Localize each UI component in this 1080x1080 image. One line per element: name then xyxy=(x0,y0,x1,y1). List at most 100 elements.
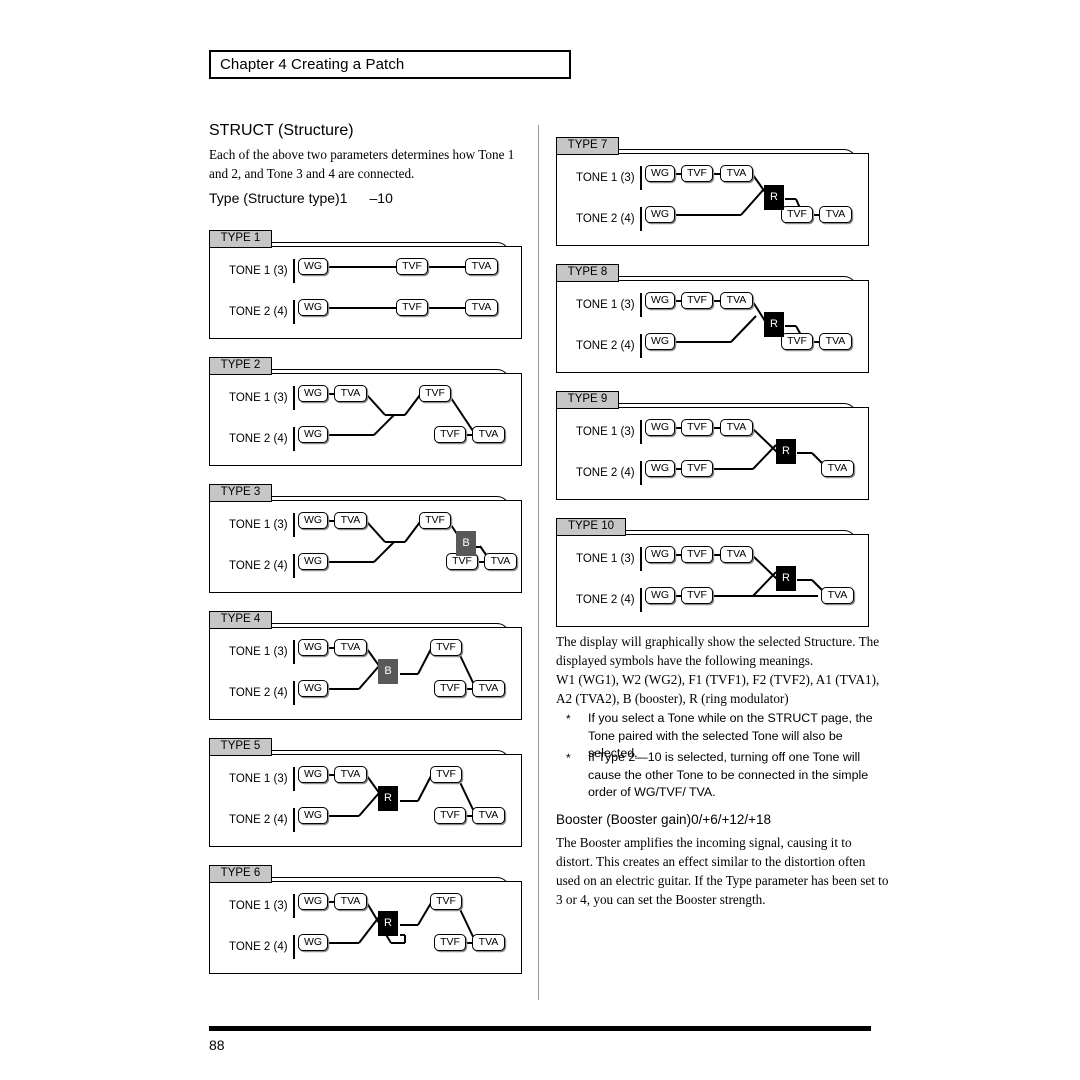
tone2-divider xyxy=(293,935,295,959)
module-wg-tone2: WG xyxy=(298,934,328,951)
type-parameter-range: –10 xyxy=(369,190,393,206)
module-wg-tone1: WG xyxy=(645,546,675,563)
tone2-divider xyxy=(640,588,642,612)
ring-modulator-box: R xyxy=(764,312,784,337)
booster-section-title: Booster (Booster gain)0/+6/+12/+18 xyxy=(556,812,772,827)
ring-modulator-box: R xyxy=(378,911,398,936)
tone1-divider xyxy=(640,166,642,190)
module-tvf-tone1: TVF xyxy=(681,419,713,436)
ring-modulator-box: R xyxy=(776,566,796,591)
tone2-label: TONE 2 (4) xyxy=(576,467,635,479)
tone1-label: TONE 1 (3) xyxy=(229,646,288,658)
module-wg-tone1: WG xyxy=(645,165,675,182)
tone2-divider xyxy=(640,334,642,358)
module-tva-tone1: TVA xyxy=(334,766,367,783)
module-wg-tone2: WG xyxy=(645,206,675,223)
tone1-divider xyxy=(293,767,295,791)
diagram-tab-label: TYPE 2 xyxy=(209,357,272,375)
module-tva-tone2: TVA xyxy=(465,299,498,316)
tone1-divider xyxy=(293,640,295,664)
module-wg-tone2: WG xyxy=(298,553,328,570)
diagram-tab-label: TYPE 8 xyxy=(556,264,619,282)
module-wg-tone1: WG xyxy=(298,639,328,656)
module-tva-tone1: TVA xyxy=(465,258,498,275)
module-wg-tone2: WG xyxy=(298,807,328,824)
wire-wg-tvf-tone1 xyxy=(327,266,397,268)
ring-modulator-box: R xyxy=(378,786,398,811)
ring-modulator-box: R xyxy=(776,439,796,464)
module-tvf-tone2: TVF xyxy=(434,807,466,824)
booster-paragraph: The Booster amplifies the incoming signa… xyxy=(556,835,889,907)
note-item-2: * If Type 2—10 is selected, turning off … xyxy=(566,749,891,802)
module-tvf-tone2: TVF xyxy=(781,206,813,223)
tone2-label: TONE 2 (4) xyxy=(229,560,288,572)
type-parameter-label: Type (Structure type)1 xyxy=(209,190,348,206)
column-divider xyxy=(538,125,539,1000)
module-tvf-tone1: TVF xyxy=(419,385,451,402)
module-tvf-tone1: TVF xyxy=(430,639,462,656)
footer-rule xyxy=(209,1026,871,1031)
tone1-label: TONE 1 (3) xyxy=(229,773,288,785)
tone1-divider xyxy=(640,547,642,571)
tone2-divider xyxy=(293,300,295,324)
module-tvf-tone1: TVF xyxy=(681,292,713,309)
module-tvf-tone1: TVF xyxy=(681,546,713,563)
module-wg-tone2: WG xyxy=(645,333,675,350)
module-wg-tone2: WG xyxy=(645,460,675,477)
tone1-divider xyxy=(640,293,642,317)
tone2-divider xyxy=(640,461,642,485)
module-tva-tone1: TVA xyxy=(334,893,367,910)
module-wg-tone2: WG xyxy=(298,426,328,443)
ring-modulator-box: R xyxy=(764,185,784,210)
module-tvf-tone2: TVF xyxy=(434,934,466,951)
module-tvf-tone2: TVF xyxy=(396,299,428,316)
diagram-tab-label: TYPE 3 xyxy=(209,484,272,502)
module-tva-tone1: TVA xyxy=(334,512,367,529)
module-wg-tone1: WG xyxy=(645,419,675,436)
chapter-title: Chapter 4 Creating a Patch xyxy=(220,56,405,73)
module-tva-tone2: TVA xyxy=(472,680,505,697)
tone1-divider xyxy=(293,259,295,283)
module-tvf-tone1: TVF xyxy=(430,766,462,783)
module-tva-tone2: TVA xyxy=(472,934,505,951)
tone2-divider xyxy=(293,808,295,832)
booster-box: B xyxy=(378,659,398,684)
module-tvf-tone1: TVF xyxy=(430,893,462,910)
module-tva-tone1: TVA xyxy=(720,419,753,436)
booster-box: B xyxy=(456,531,476,556)
tone1-label: TONE 1 (3) xyxy=(576,299,635,311)
tone1-divider xyxy=(640,420,642,444)
module-tvf-tone1: TVF xyxy=(419,512,451,529)
symbols-paragraph: W1 (WG1), W2 (WG2), F1 (TVF1), F2 (TVF2)… xyxy=(556,672,880,706)
module-tva-tone1: TVA xyxy=(334,385,367,402)
diagram-tab-label: TYPE 5 xyxy=(209,738,272,756)
note-text: If Type 2—10 is selected, turning off on… xyxy=(588,750,869,799)
module-wg-tone1: WG xyxy=(298,893,328,910)
module-wg-tone1: WG xyxy=(645,292,675,309)
tone2-divider xyxy=(293,427,295,451)
section-title: STRUCT (Structure) xyxy=(209,122,354,139)
tone2-label: TONE 2 (4) xyxy=(229,687,288,699)
note-marker: * xyxy=(566,751,571,765)
tone1-label: TONE 1 (3) xyxy=(576,172,635,184)
module-wg-tone2: WG xyxy=(298,299,328,316)
module-tva-output: TVA xyxy=(821,587,854,604)
module-tvf-tone2: TVF xyxy=(434,680,466,697)
diagram-tab-label: TYPE 10 xyxy=(556,518,626,536)
note-marker: * xyxy=(566,712,571,726)
module-tva-tone2: TVA xyxy=(472,426,505,443)
section-lead-paragraph: Each of the above two parameters determi… xyxy=(209,147,515,181)
module-tva-tone1: TVA xyxy=(334,639,367,656)
module-tva-tone2: TVA xyxy=(819,206,852,223)
tone1-divider xyxy=(293,894,295,918)
module-tvf-tone2: TVF xyxy=(434,426,466,443)
chapter-header: Chapter 4 Creating a Patch xyxy=(209,50,571,79)
module-wg-tone1: WG xyxy=(298,385,328,402)
tone1-label: TONE 1 (3) xyxy=(229,392,288,404)
diagram-tab-label: TYPE 7 xyxy=(556,137,619,155)
module-tvf-tone2: TVF xyxy=(681,460,713,477)
tone2-label: TONE 2 (4) xyxy=(229,306,288,318)
diagram-tab-label: TYPE 6 xyxy=(209,865,272,883)
tone2-divider xyxy=(293,681,295,705)
tone1-label: TONE 1 (3) xyxy=(229,519,288,531)
